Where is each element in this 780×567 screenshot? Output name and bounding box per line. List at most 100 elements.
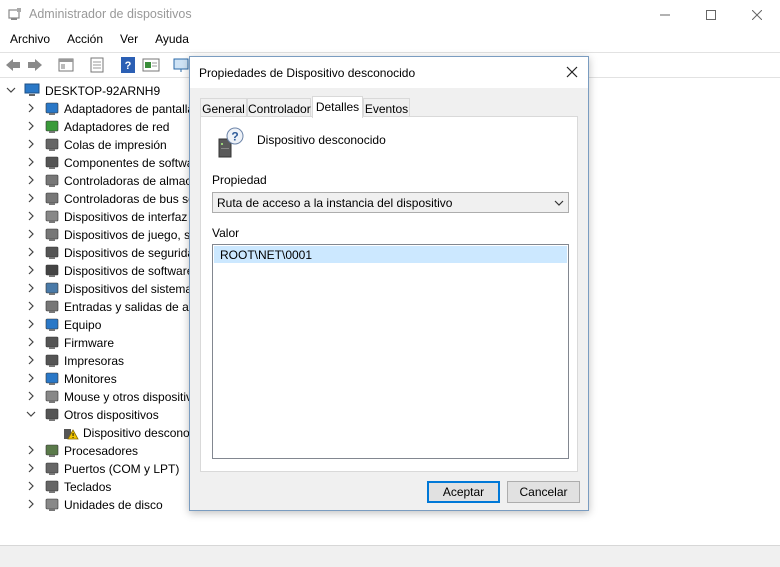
chevron-right-icon[interactable]: [26, 391, 36, 401]
software-component-icon: [45, 156, 59, 169]
tree-item[interactable]: Componentes de software: [0, 154, 190, 172]
value-row-selected[interactable]: ROOT\NET\0001: [214, 246, 567, 263]
unknown-device-icon: ?: [218, 127, 244, 158]
software-device-icon: [45, 264, 59, 277]
chevron-right-icon[interactable]: [26, 121, 36, 131]
chevron-right-icon[interactable]: [26, 265, 36, 275]
value-text: ROOT\NET\0001: [220, 248, 313, 262]
tree-item[interactable]: Adaptadores de red: [0, 118, 190, 136]
chevron-right-icon[interactable]: [26, 355, 36, 365]
device-tree[interactable]: DESKTOP-92ARNH9 Adaptadores de pantalla Ad…: [0, 82, 190, 542]
chevron-right-icon[interactable]: [26, 499, 36, 509]
tree-item-label: Controladoras de almacenamiento: [64, 174, 190, 188]
chevron-right-icon[interactable]: [26, 445, 36, 455]
tree-item-label: Dispositivos del sistema: [64, 282, 190, 296]
chevron-right-icon[interactable]: [26, 229, 36, 239]
value-list[interactable]: ROOT\NET\0001: [212, 244, 569, 459]
chevron-down-icon[interactable]: [6, 85, 16, 95]
tab-controlador[interactable]: Controlador: [247, 98, 311, 117]
tab-eventos[interactable]: Eventos: [363, 98, 410, 117]
chevron-right-icon[interactable]: [26, 283, 36, 293]
chevron-right-icon[interactable]: [26, 481, 36, 491]
properties-view-icon[interactable]: [57, 57, 75, 73]
maximize-icon: [706, 9, 716, 20]
chevron-right-icon[interactable]: [26, 301, 36, 311]
back-arrow-icon[interactable]: [4, 57, 22, 73]
usb-controller-icon: [45, 192, 59, 205]
tree-item[interactable]: Unidades de disco: [0, 496, 190, 514]
chevron-right-icon[interactable]: [26, 247, 36, 257]
tree-item-label: Firmware: [64, 336, 114, 350]
ok-button[interactable]: Aceptar: [427, 481, 500, 503]
print-queue-icon: [45, 138, 59, 151]
tree-item[interactable]: Firmware: [0, 334, 190, 352]
tree-item[interactable]: Controladoras de almacenamiento: [0, 172, 190, 190]
menu-bar: Archivo Acción Ver Ayuda: [0, 30, 780, 50]
tree-item[interactable]: Puertos (COM y LPT): [0, 460, 190, 478]
tree-item[interactable]: Controladoras de bus serie: [0, 190, 190, 208]
printer-icon: [45, 354, 59, 367]
tree-item[interactable]: Adaptadores de pantalla: [0, 100, 190, 118]
menu-archivo[interactable]: Archivo: [0, 30, 57, 50]
svg-text:?: ?: [231, 130, 238, 144]
chevron-right-icon[interactable]: [26, 211, 36, 221]
tree-item[interactable]: Dispositivos del sistema: [0, 280, 190, 298]
action-view-icon[interactable]: [142, 57, 160, 73]
network-adapter-icon: [45, 120, 59, 133]
tab-general[interactable]: General: [200, 98, 247, 117]
tree-item[interactable]: Monitores: [0, 370, 190, 388]
tree-item-label: Impresoras: [64, 354, 125, 368]
tree-item[interactable]: Mouse y otros dispositivos: [0, 388, 190, 406]
chevron-down-icon[interactable]: [26, 409, 36, 419]
chevron-right-icon[interactable]: [26, 463, 36, 473]
menu-ayuda[interactable]: Ayuda: [145, 30, 196, 50]
help-icon[interactable]: ?: [119, 57, 137, 73]
properties-sheet-icon[interactable]: [88, 57, 106, 73]
tree-root[interactable]: DESKTOP-92ARNH9: [0, 82, 190, 100]
tree-item[interactable]: Otros dispositivos: [0, 406, 190, 424]
tree-item-label: Mouse y otros dispositivos: [64, 390, 190, 404]
hid-icon: [45, 210, 59, 223]
tab-detalles[interactable]: Detalles: [312, 96, 363, 118]
maximize-button[interactable]: [688, 0, 734, 29]
minimize-button[interactable]: [642, 0, 688, 29]
tree-item[interactable]: Dispositivos de juego, sonido: [0, 226, 190, 244]
cancel-button[interactable]: Cancelar: [507, 481, 580, 503]
tree-item[interactable]: Procesadores: [0, 442, 190, 460]
audio-io-icon: [45, 300, 59, 313]
tree-item[interactable]: Dispositivos de interfaz: [0, 208, 190, 226]
device-manager-icon: [8, 8, 21, 20]
tree-item[interactable]: Equipo: [0, 316, 190, 334]
chevron-right-icon[interactable]: [26, 373, 36, 383]
forward-arrow-icon[interactable]: [26, 57, 44, 73]
chevron-right-icon[interactable]: [26, 157, 36, 167]
tree-item[interactable]: Dispositivos de software: [0, 262, 190, 280]
chevron-right-icon[interactable]: [26, 175, 36, 185]
chevron-right-icon[interactable]: [26, 103, 36, 113]
dialog-title-bar[interactable]: Propiedades de Dispositivo desconocido: [190, 57, 588, 88]
tree-item-label: Dispositivos de software: [64, 264, 190, 278]
tree-item[interactable]: Impresoras: [0, 352, 190, 370]
menu-accion[interactable]: Acción: [57, 30, 110, 50]
chevron-right-icon[interactable]: [26, 193, 36, 203]
tree-item-label: Otros dispositivos: [64, 408, 159, 422]
monitor-icon: [45, 372, 59, 385]
close-window-button[interactable]: [734, 0, 780, 29]
tree-item[interactable]: Dispositivos de seguridad: [0, 244, 190, 262]
tree-item[interactable]: Dispositivo desconocido: [0, 424, 190, 442]
title-bar[interactable]: Administrador de dispositivos: [0, 0, 780, 29]
tree-item[interactable]: Entradas y salidas de audio: [0, 298, 190, 316]
tree-item-label: Adaptadores de pantalla: [64, 102, 190, 116]
tree-item-label: Colas de impresión: [64, 138, 167, 152]
chevron-right-icon[interactable]: [26, 337, 36, 347]
menu-ver[interactable]: Ver: [110, 30, 145, 50]
chevron-right-icon[interactable]: [26, 319, 36, 329]
keyboard-icon: [45, 480, 59, 493]
property-select[interactable]: Ruta de acceso a la instancia del dispos…: [212, 192, 569, 213]
status-bar: [0, 545, 780, 567]
chevron-right-icon[interactable]: [26, 139, 36, 149]
tree-item[interactable]: Colas de impresión: [0, 136, 190, 154]
dialog-close-button[interactable]: [562, 62, 582, 82]
tree-item[interactable]: Teclados: [0, 478, 190, 496]
port-icon: [45, 462, 59, 475]
